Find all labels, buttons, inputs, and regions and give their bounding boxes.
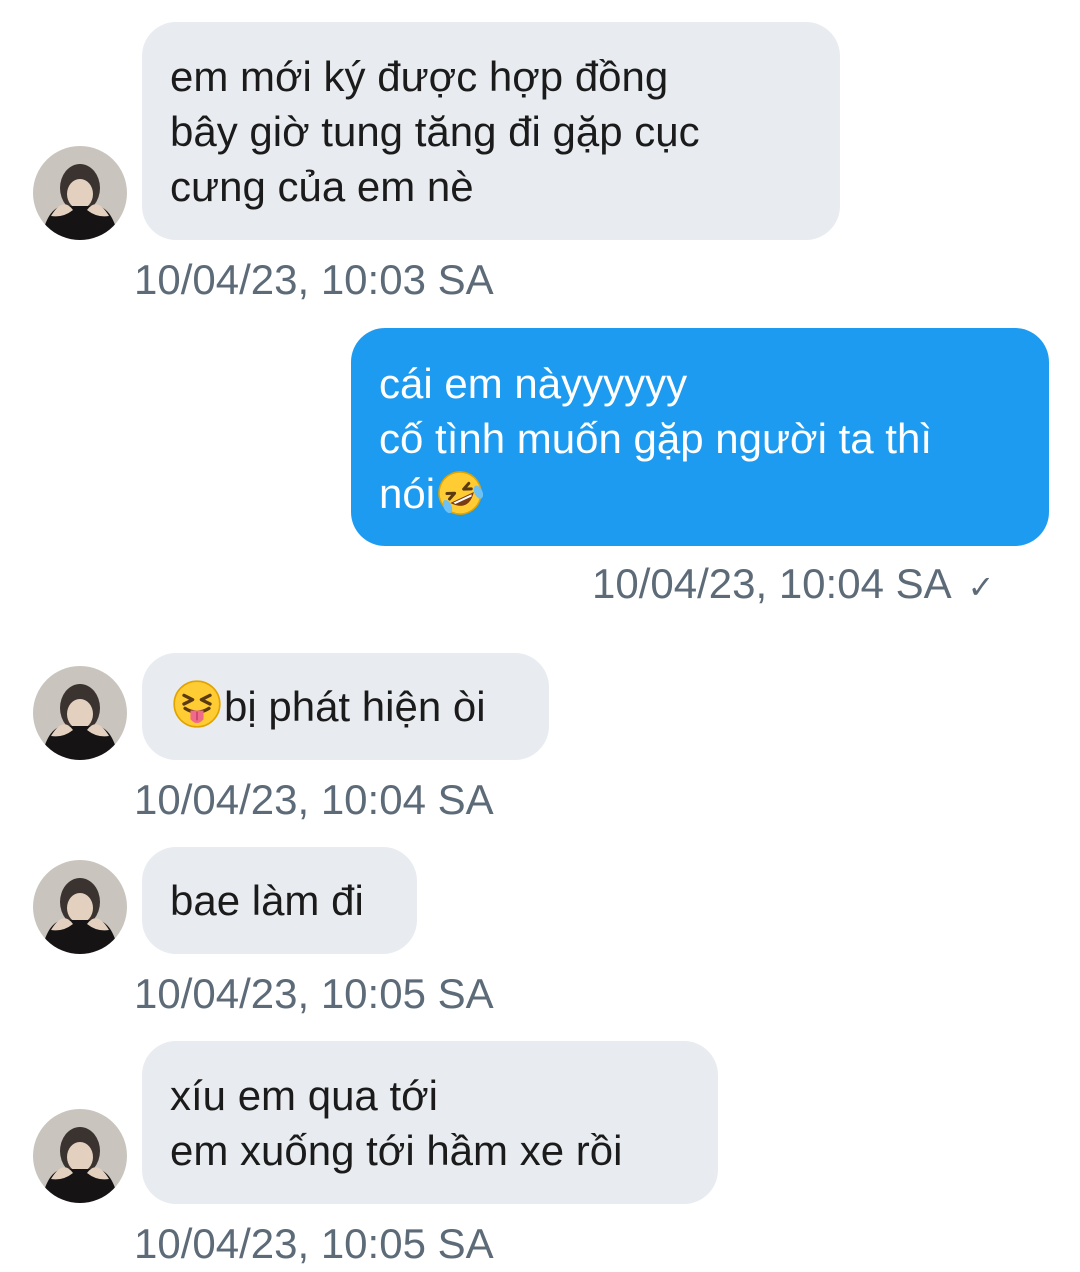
message-timestamp: 10/04/23, 10:05 SA — [134, 1220, 494, 1267]
message-text-line: em mới ký được hợp đồng — [170, 53, 669, 100]
message-bubble-incoming[interactable]: bae làm đi — [142, 847, 417, 954]
message-text-line: xíu em qua tới — [170, 1072, 438, 1119]
message-text-line: bae làm đi — [170, 877, 364, 924]
rolling-on-floor-laughing-emoji — [437, 470, 484, 529]
message-timestamp: 10/04/23, 10:04 SA — [134, 776, 494, 823]
message-text-line: bây giờ tung tăng đi gặp cục — [170, 108, 700, 155]
message-text-line: cái em nàyyyyyy — [379, 360, 688, 407]
message-bubble-outgoing[interactable]: cái em nàyyyyyy cố tình muốn gặp người t… — [351, 328, 1049, 546]
message-timestamp: 10/04/23, 10:03 SA — [134, 256, 494, 303]
message-bubble-incoming[interactable]: bị phát hiện òi — [142, 653, 549, 760]
message-text: nói — [379, 470, 436, 517]
message-time: 10/04/23, 10:04 SA — [592, 560, 952, 607]
message-text-line: bị phát hiện òi — [170, 679, 521, 742]
avatar[interactable] — [33, 1109, 127, 1203]
avatar[interactable] — [33, 666, 127, 760]
message-text-line: cố tình muốn gặp người ta thì — [379, 415, 932, 462]
message-bubble-incoming[interactable]: em mới ký được hợp đồng bây giờ tung tăn… — [142, 22, 840, 240]
avatar[interactable] — [33, 146, 127, 240]
message-text-line: nói — [379, 466, 1021, 529]
message-bubble-incoming[interactable]: xíu em qua tới em xuống tới hầm xe rồi — [142, 1041, 718, 1204]
message-timestamp: 10/04/23, 10:05 SA — [134, 970, 494, 1017]
message-text-line: cưng của em nè — [170, 163, 474, 210]
message-text: bị phát hiện òi — [224, 683, 486, 730]
squinting-tongue-emoji — [172, 679, 222, 742]
avatar[interactable] — [33, 860, 127, 954]
avatar-photo-icon — [33, 666, 127, 760]
message-timestamp: 10/04/23, 10:04 SA ✓ — [592, 560, 994, 611]
avatar-photo-icon — [33, 860, 127, 954]
check-icon: ✓ — [967, 569, 995, 605]
avatar-photo-icon — [33, 146, 127, 240]
message-text-line: em xuống tới hầm xe rồi — [170, 1127, 623, 1174]
avatar-photo-icon — [33, 1109, 127, 1203]
